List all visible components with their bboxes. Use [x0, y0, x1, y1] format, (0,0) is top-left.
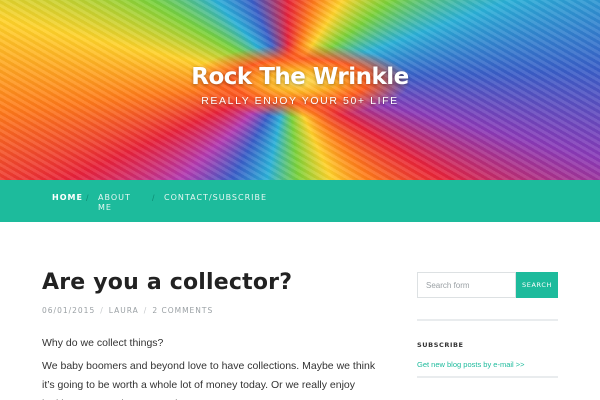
header-banner — [0, 0, 600, 180]
post-meta: 06/01/2015 / LAURA / 2 COMMENTS — [42, 306, 213, 315]
nav-item-about[interactable]: ABOUT ME — [98, 193, 138, 213]
site-tagline: REALLY ENJOY YOUR 50+ LIFE — [201, 95, 399, 107]
post-comments-link[interactable]: 2 COMMENTS — [152, 306, 213, 315]
sidebar-divider — [417, 376, 558, 378]
search-button[interactable]: SEARCH — [516, 272, 558, 298]
site-title[interactable]: Rock The Wrinkle — [0, 64, 600, 90]
main-nav: HOME / ABOUT ME / CONTACT/SUBSCRIBE — [0, 180, 600, 222]
post-paragraph: Why do we collect things? — [42, 337, 164, 349]
nav-separator: / — [152, 193, 155, 203]
post-date[interactable]: 06/01/2015 — [42, 306, 95, 315]
subscribe-link[interactable]: Get new blog posts by e-mail >> — [417, 360, 525, 369]
post-paragraph: We baby boomers and beyond love to have … — [42, 360, 376, 400]
sidebar-divider — [417, 319, 558, 321]
search-input[interactable] — [417, 272, 516, 298]
meta-separator: / — [143, 306, 148, 315]
nav-item-home[interactable]: HOME — [52, 193, 83, 203]
nav-separator: / — [86, 193, 89, 203]
post-author[interactable]: LAURA — [109, 306, 139, 315]
subscribe-widget-title: SUBSCRIBE — [417, 341, 464, 349]
post-title[interactable]: Are you a collector? — [42, 270, 292, 295]
meta-separator: / — [100, 306, 104, 315]
nav-item-contact[interactable]: CONTACT/SUBSCRIBE — [164, 193, 267, 203]
